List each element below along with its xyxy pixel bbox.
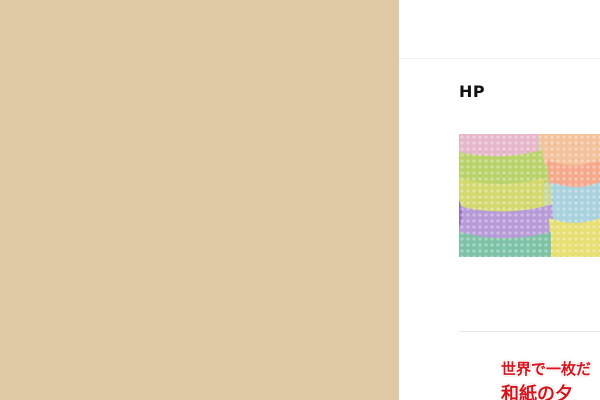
banner-line-1: 世界で一枚だ xyxy=(501,360,592,378)
left-background-panel xyxy=(0,0,399,400)
sidebar-divider xyxy=(459,331,600,332)
right-sidebar: HP 世界で一枚だ 和紙の夕 xyxy=(399,0,600,400)
banner-line-2: 和紙の夕 xyxy=(501,384,573,400)
sidebar-header xyxy=(399,0,600,59)
washi-banner-link[interactable]: 世界で一枚だ 和紙の夕 xyxy=(497,356,600,400)
knit-towel-image xyxy=(459,134,600,257)
page: HP 世界で一枚だ 和紙の夕 xyxy=(0,0,600,400)
product-thumbnail-link[interactable] xyxy=(459,134,600,257)
section-title: HP xyxy=(459,82,486,101)
